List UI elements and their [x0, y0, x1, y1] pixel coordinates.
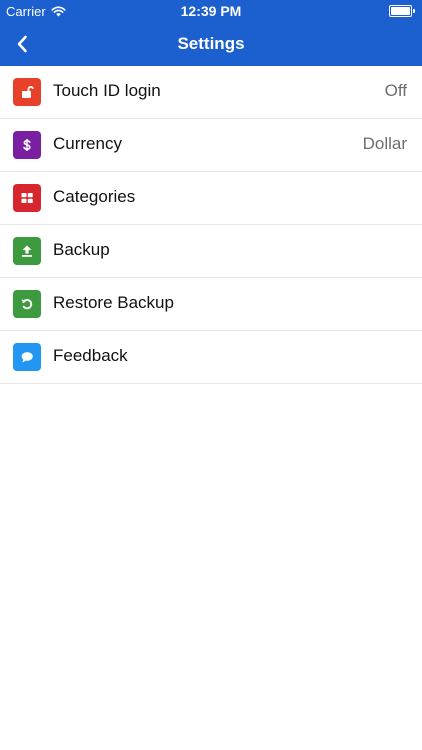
- row-label: Restore Backup: [53, 293, 174, 312]
- row-value: Dollar: [362, 134, 407, 153]
- grid-icon: [21, 193, 33, 203]
- row-icon-badge: [13, 237, 41, 265]
- chat-bubble-icon: [21, 352, 33, 363]
- battery-icon: [389, 5, 415, 17]
- row-label: Currency: [53, 134, 122, 153]
- row-icon-badge: [13, 184, 41, 212]
- row-value: Off: [384, 81, 407, 100]
- row-label: Touch ID login: [53, 81, 161, 100]
- row-icon-badge: [13, 343, 41, 371]
- settings-row-categories[interactable]: Categories: [0, 172, 422, 225]
- settings-row-restore-backup[interactable]: Restore Backup: [0, 278, 422, 331]
- app-header: Carrier 12:39 PM Settings: [0, 0, 422, 66]
- settings-row-currency[interactable]: Currency Dollar: [0, 119, 422, 172]
- row-icon-badge: [13, 290, 41, 318]
- row-label: Categories: [53, 187, 136, 206]
- status-time: 12:39 PM: [180, 3, 242, 19]
- settings-row-backup[interactable]: Backup: [0, 225, 422, 278]
- settings-row-feedback[interactable]: Feedback: [0, 331, 422, 384]
- row-label: Feedback: [53, 346, 128, 365]
- settings-list: Touch ID login Off Currency Dollar Categ…: [0, 66, 422, 384]
- row-label: Backup: [53, 240, 110, 259]
- restore-icon: [21, 299, 33, 310]
- unlock-icon: [22, 86, 34, 98]
- row-icon-badge: [13, 131, 41, 159]
- nav-bar: Settings: [0, 22, 422, 66]
- dollar-icon: [23, 139, 31, 151]
- row-icon-badge: [13, 78, 41, 106]
- settings-row-touch-id[interactable]: Touch ID login Off: [0, 66, 422, 119]
- page-title: Settings: [177, 34, 245, 53]
- upload-icon: [22, 245, 32, 257]
- status-bar: Carrier 12:39 PM: [0, 0, 422, 22]
